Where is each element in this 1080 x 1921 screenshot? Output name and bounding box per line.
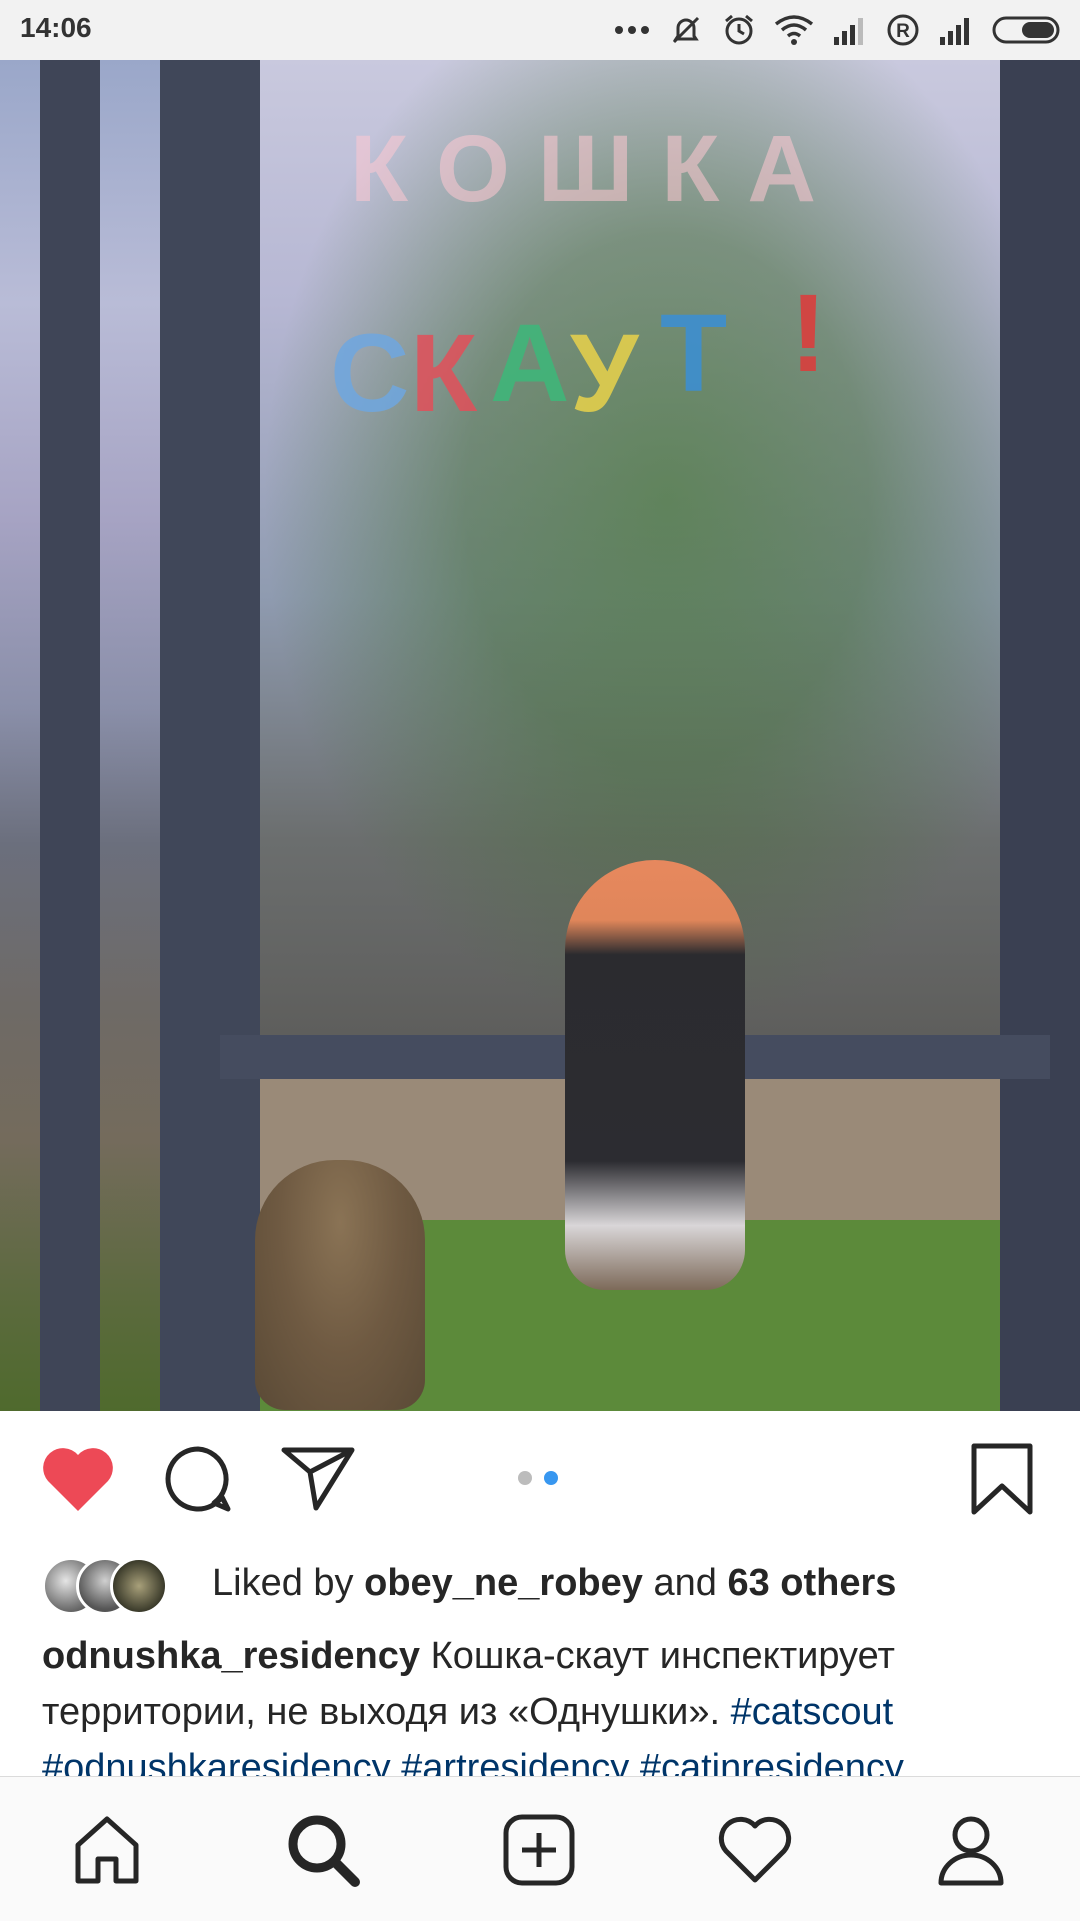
likes-user[interactable]: obey_ne_robey (364, 1562, 643, 1604)
status-bar: 14:06 R (0, 0, 1080, 60)
battery-icon (992, 15, 1064, 45)
window-frame-right (1000, 60, 1080, 1411)
profile-icon (935, 1813, 1007, 1892)
carousel-dot-active (544, 1471, 558, 1485)
nav-profile[interactable] (926, 1807, 1016, 1897)
avatar (110, 1557, 168, 1615)
bottom-navigation (0, 1776, 1080, 1921)
caption-username[interactable]: odnushka_residency (42, 1635, 420, 1677)
bookmark-icon (970, 1442, 1034, 1521)
signal-icon (832, 15, 868, 45)
home-icon (70, 1813, 144, 1892)
photo-person-reflection (565, 860, 745, 1290)
add-post-icon (502, 1813, 576, 1892)
search-icon (285, 1812, 361, 1893)
save-button[interactable] (962, 1441, 1042, 1521)
nav-activity[interactable] (710, 1807, 800, 1897)
heart-filled-icon (40, 1445, 116, 1518)
photo-cat (255, 1160, 425, 1410)
carousel-dot (518, 1471, 532, 1485)
comment-button[interactable] (158, 1441, 238, 1521)
signal-icon-2 (938, 15, 974, 45)
paper-plane-icon (280, 1446, 356, 1517)
mute-icon (668, 12, 704, 48)
likes-middle: and (653, 1561, 717, 1604)
status-time: 14:06 (20, 12, 92, 43)
registered-icon: R (886, 13, 920, 47)
hashtag[interactable]: #catscout (731, 1691, 894, 1733)
activity-heart-icon (717, 1816, 793, 1889)
like-button[interactable] (38, 1441, 118, 1521)
nav-add-post[interactable] (494, 1807, 584, 1897)
likes-others[interactable]: 63 others (727, 1562, 896, 1604)
nav-search[interactable] (278, 1807, 368, 1897)
post-photo[interactable]: КОШКА С К А У Т ! (0, 60, 1080, 1411)
share-button[interactable] (278, 1441, 358, 1521)
window-lettering-top: КОШКА (350, 116, 844, 222)
post-caption: odnushka_residency Кошка-скаут инспектир… (42, 1628, 1052, 1796)
status-icons: R (614, 10, 1064, 50)
wifi-icon (774, 14, 814, 46)
alarm-icon (722, 13, 756, 47)
comment-icon (162, 1443, 234, 1520)
nav-home[interactable] (62, 1807, 152, 1897)
svg-text:R: R (896, 21, 910, 42)
more-dots-icon (614, 24, 650, 36)
window-lettering-bottom: С К А У Т ! (330, 272, 827, 435)
window-frame-center (160, 60, 260, 1411)
liker-avatars (42, 1553, 192, 1615)
likes-row[interactable]: Liked by obey_ne_robey and 63 others (42, 1553, 1042, 1615)
likes-prefix: Liked by (212, 1561, 354, 1604)
carousel-indicator (518, 1471, 558, 1485)
likes-text: Liked by obey_ne_robey and 63 others (212, 1562, 896, 1605)
window-frame-left (40, 60, 100, 1411)
